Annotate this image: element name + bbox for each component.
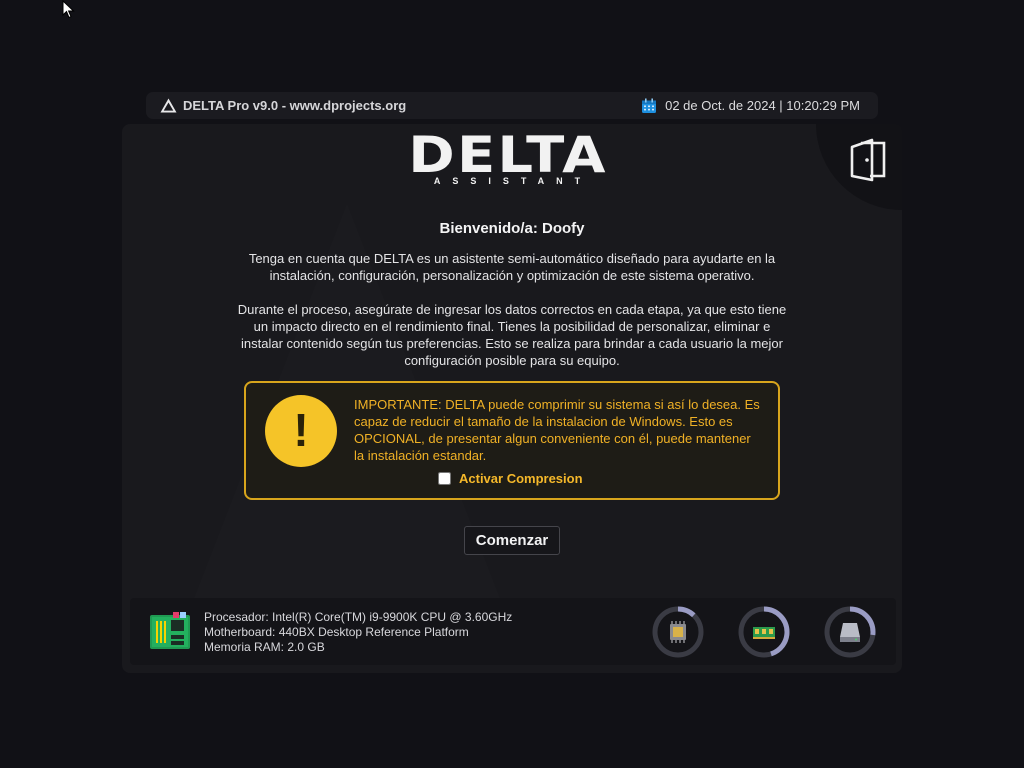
warning-icon: ! (265, 395, 337, 467)
welcome-label: Bienvenido/a: (439, 220, 538, 237)
motherboard-spec: Motherboard: 440BX Desktop Reference Pla… (204, 625, 469, 639)
delta-logo-icon (160, 98, 177, 113)
top-info-bar: DELTA Pro v9.0 - www.dprojects.org 02 de… (146, 92, 878, 119)
start-button[interactable]: Comenzar (464, 526, 560, 555)
hard-drive-icon (840, 623, 860, 642)
main-panel: DELTA ASSISTANT Bienvenido/a: Doofy Teng… (122, 124, 902, 673)
compression-checkbox[interactable] (438, 472, 451, 485)
delta-assistant-logo: DELTA ASSISTANT (402, 130, 614, 188)
calendar-icon (642, 98, 657, 113)
ram-usage-gauge (738, 606, 790, 658)
datetime: 02 de Oct. de 2024 | 10:20:29 PM (641, 92, 860, 119)
brand: DELTA Pro v9.0 - www.dprojects.org (160, 92, 406, 119)
ram-spec: Memoria RAM: 2.0 GB (204, 640, 325, 654)
cpu-spec: Procesador: Intel(R) Core(TM) i9-9900K C… (204, 610, 513, 624)
disk-usage-gauge (824, 606, 876, 658)
intro-paragraph: Tenga en cuenta que DELTA es un asistent… (248, 251, 776, 283)
exit-door-icon[interactable] (850, 138, 888, 182)
ram-module-icon (753, 627, 775, 639)
system-specs: Procesador: Intel(R) Core(TM) i9-9900K C… (204, 610, 512, 655)
welcome-user: Doofy (542, 220, 585, 237)
welcome-heading: Bienvenido/a: Doofy (122, 220, 902, 237)
brand-text: DELTA Pro v9.0 - www.dprojects.org (183, 98, 407, 113)
mouse-cursor-icon (62, 0, 75, 19)
compression-checkbox-label[interactable]: Activar Compresion (459, 471, 583, 486)
process-paragraph: Durante el proceso, asegúrate de ingresa… (237, 302, 787, 368)
system-info-footer: Procesador: Intel(R) Core(TM) i9-9900K C… (130, 598, 896, 665)
datetime-text: 02 de Oct. de 2024 | 10:20:29 PM (665, 98, 860, 113)
compression-checkbox-row[interactable]: Activar Compresion (438, 471, 583, 486)
cpu-usage-gauge (652, 606, 704, 658)
warning-message: IMPORTANTE: DELTA puede comprimir su sis… (354, 397, 760, 463)
motherboard-icon (150, 612, 190, 649)
logo-main-text: DELTA (408, 126, 608, 184)
cpu-chip-icon (670, 621, 686, 643)
warning-icon-glyph: ! (293, 404, 309, 456)
compression-warning-box: ! IMPORTANTE: DELTA puede comprimir su s… (244, 381, 780, 500)
exit-corner (816, 124, 902, 210)
